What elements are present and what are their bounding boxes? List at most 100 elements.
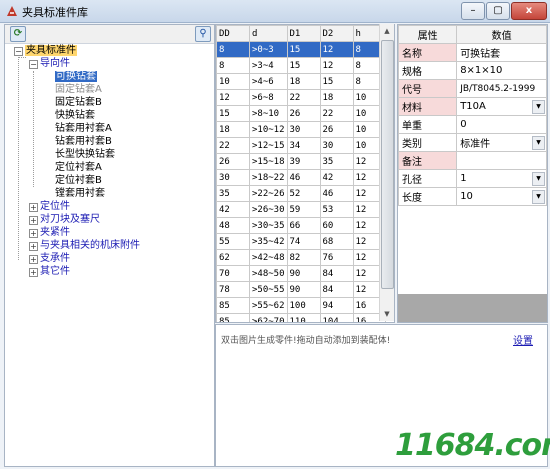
table-cell[interactable]: 30 <box>319 137 354 154</box>
table-row[interactable]: 35 >22~26 52 46 12 <box>216 185 386 202</box>
column-header[interactable]: D2 <box>319 25 354 42</box>
table-cell[interactable]: 35 <box>319 153 354 170</box>
dropdown-arrow-icon[interactable]: ▼ <box>532 136 545 150</box>
table-cell[interactable]: >4~6 <box>249 73 288 90</box>
expand-icon[interactable]: + <box>29 255 38 264</box>
column-header[interactable]: DD <box>216 25 250 42</box>
table-row[interactable]: 15 >8~10 26 22 10 <box>216 105 386 122</box>
table-cell[interactable]: 94 <box>319 297 354 314</box>
table-cell[interactable]: 18 <box>319 89 354 106</box>
table-cell[interactable]: 34 <box>286 137 321 154</box>
table-cell[interactable]: >0~3 <box>249 41 288 58</box>
table-cell[interactable]: 90 <box>286 265 321 282</box>
table-row[interactable]: 8 >0~3 15 12 8 <box>216 41 386 58</box>
table-row[interactable]: 42 >26~30 59 53 12 <box>216 201 386 218</box>
dropdown-arrow-icon[interactable]: ▼ <box>532 172 545 186</box>
table-cell[interactable]: 74 <box>286 233 321 250</box>
property-value[interactable] <box>456 151 547 170</box>
tree-node-others[interactable]: 其它件 <box>40 265 70 278</box>
restore-button[interactable]: ▢ <box>486 2 510 20</box>
table-cell[interactable]: 22 <box>319 105 354 122</box>
table-cell[interactable]: 46 <box>286 169 321 186</box>
tree-node-support[interactable]: 支承件 <box>40 252 70 265</box>
table-cell[interactable]: 68 <box>319 233 354 250</box>
property-row[interactable]: 规格 8×1×10 <box>398 61 547 80</box>
table-cell[interactable]: 26 <box>286 105 321 122</box>
table-row[interactable]: 78 >50~55 90 84 12 <box>216 281 386 298</box>
tree-node-fixed-drill-bush-a[interactable]: 固定钻套A <box>55 83 102 96</box>
table-cell[interactable]: >8~10 <box>249 105 288 122</box>
table-cell[interactable]: 110 <box>286 313 321 322</box>
tree-node-locating-liner-a[interactable]: 定位衬套A <box>55 161 102 174</box>
table-cell[interactable]: >10~12 <box>249 121 288 138</box>
table-cell[interactable]: 66 <box>286 217 321 234</box>
table-cell[interactable]: 55 <box>216 233 250 250</box>
table-cell[interactable]: 15 <box>286 41 321 58</box>
column-header[interactable]: d <box>249 25 288 42</box>
table-row[interactable]: 62 >42~48 82 76 12 <box>216 249 386 266</box>
tree-node-clamping[interactable]: 夹紧件 <box>40 226 70 239</box>
settings-link[interactable]: 设置 <box>513 332 533 347</box>
table-cell[interactable]: 10 <box>216 73 250 90</box>
expand-icon[interactable]: + <box>29 229 38 238</box>
collapse-icon[interactable]: − <box>14 47 23 56</box>
table-cell[interactable]: >12~15 <box>249 137 288 154</box>
table-cell[interactable]: >6~8 <box>249 89 288 106</box>
table-cell[interactable]: 18 <box>286 73 321 90</box>
dropdown-arrow-icon[interactable]: ▼ <box>532 190 545 204</box>
table-cell[interactable]: 26 <box>216 153 250 170</box>
table-cell[interactable]: 60 <box>319 217 354 234</box>
property-row[interactable]: 名称 可换钻套 <box>398 43 547 62</box>
table-cell[interactable]: >48~50 <box>249 265 288 282</box>
refresh-button[interactable]: ⟳ <box>10 26 26 42</box>
table-cell[interactable]: 26 <box>319 121 354 138</box>
tree-node-replaceable-drill-bush[interactable]: 可换钻套 <box>55 70 97 83</box>
tree-node-liner-a[interactable]: 钻套用衬套A <box>55 122 112 135</box>
expand-icon[interactable]: + <box>29 203 38 212</box>
table-cell[interactable]: 48 <box>216 217 250 234</box>
search-button[interactable]: ⚲ <box>195 26 211 42</box>
expand-icon[interactable]: + <box>29 216 38 225</box>
table-cell[interactable]: 46 <box>319 185 354 202</box>
table-row[interactable]: 85 >62~70 110 104 16 <box>216 313 386 322</box>
scroll-up-icon[interactable]: ▲ <box>380 24 394 38</box>
table-cell[interactable]: >3~4 <box>249 57 288 74</box>
table-row[interactable]: 85 >55~62 100 94 16 <box>216 297 386 314</box>
table-cell[interactable]: 70 <box>216 265 250 282</box>
table-cell[interactable]: 30 <box>286 121 321 138</box>
property-row[interactable]: 长度 10 ▼ <box>398 187 547 206</box>
table-cell[interactable]: 84 <box>319 265 354 282</box>
table-cell[interactable]: 82 <box>286 249 321 266</box>
table-cell[interactable]: 62 <box>216 249 250 266</box>
table-row[interactable]: 55 >35~42 74 68 12 <box>216 233 386 250</box>
table-cell[interactable]: 59 <box>286 201 321 218</box>
grid-scrollbar[interactable]: ▲ ▼ <box>379 24 394 321</box>
table-cell[interactable]: 12 <box>319 57 354 74</box>
material-select[interactable]: T10A ▼ <box>456 97 547 116</box>
table-row[interactable]: 8 >3~4 15 12 8 <box>216 57 386 74</box>
property-row[interactable]: 孔径 1 ▼ <box>398 169 547 188</box>
table-cell[interactable]: 18 <box>216 121 250 138</box>
table-cell[interactable]: 42 <box>216 201 250 218</box>
table-cell[interactable]: 15 <box>319 73 354 90</box>
table-cell[interactable]: >15~18 <box>249 153 288 170</box>
category-select[interactable]: 标准件 ▼ <box>456 133 547 152</box>
expand-icon[interactable]: + <box>29 242 38 251</box>
table-cell[interactable]: 85 <box>216 313 250 322</box>
table-cell[interactable]: >22~26 <box>249 185 288 202</box>
table-row[interactable]: 26 >15~18 39 35 12 <box>216 153 386 170</box>
table-cell[interactable]: >35~42 <box>249 233 288 250</box>
property-value[interactable]: 0 <box>456 115 547 134</box>
table-cell[interactable]: 104 <box>319 313 354 322</box>
property-row[interactable]: 类别 标准件 ▼ <box>398 133 547 152</box>
table-cell[interactable]: 12 <box>216 89 250 106</box>
table-cell[interactable]: 100 <box>286 297 321 314</box>
table-cell[interactable]: >62~70 <box>249 313 288 322</box>
table-row[interactable]: 10 >4~6 18 15 8 <box>216 73 386 90</box>
scroll-thumb[interactable] <box>381 40 394 289</box>
length-select[interactable]: 10 ▼ <box>456 187 547 206</box>
table-cell[interactable]: 8 <box>216 41 250 58</box>
close-button[interactable]: x <box>511 2 547 20</box>
table-row[interactable]: 12 >6~8 22 18 10 <box>216 89 386 106</box>
table-cell[interactable]: 30 <box>216 169 250 186</box>
